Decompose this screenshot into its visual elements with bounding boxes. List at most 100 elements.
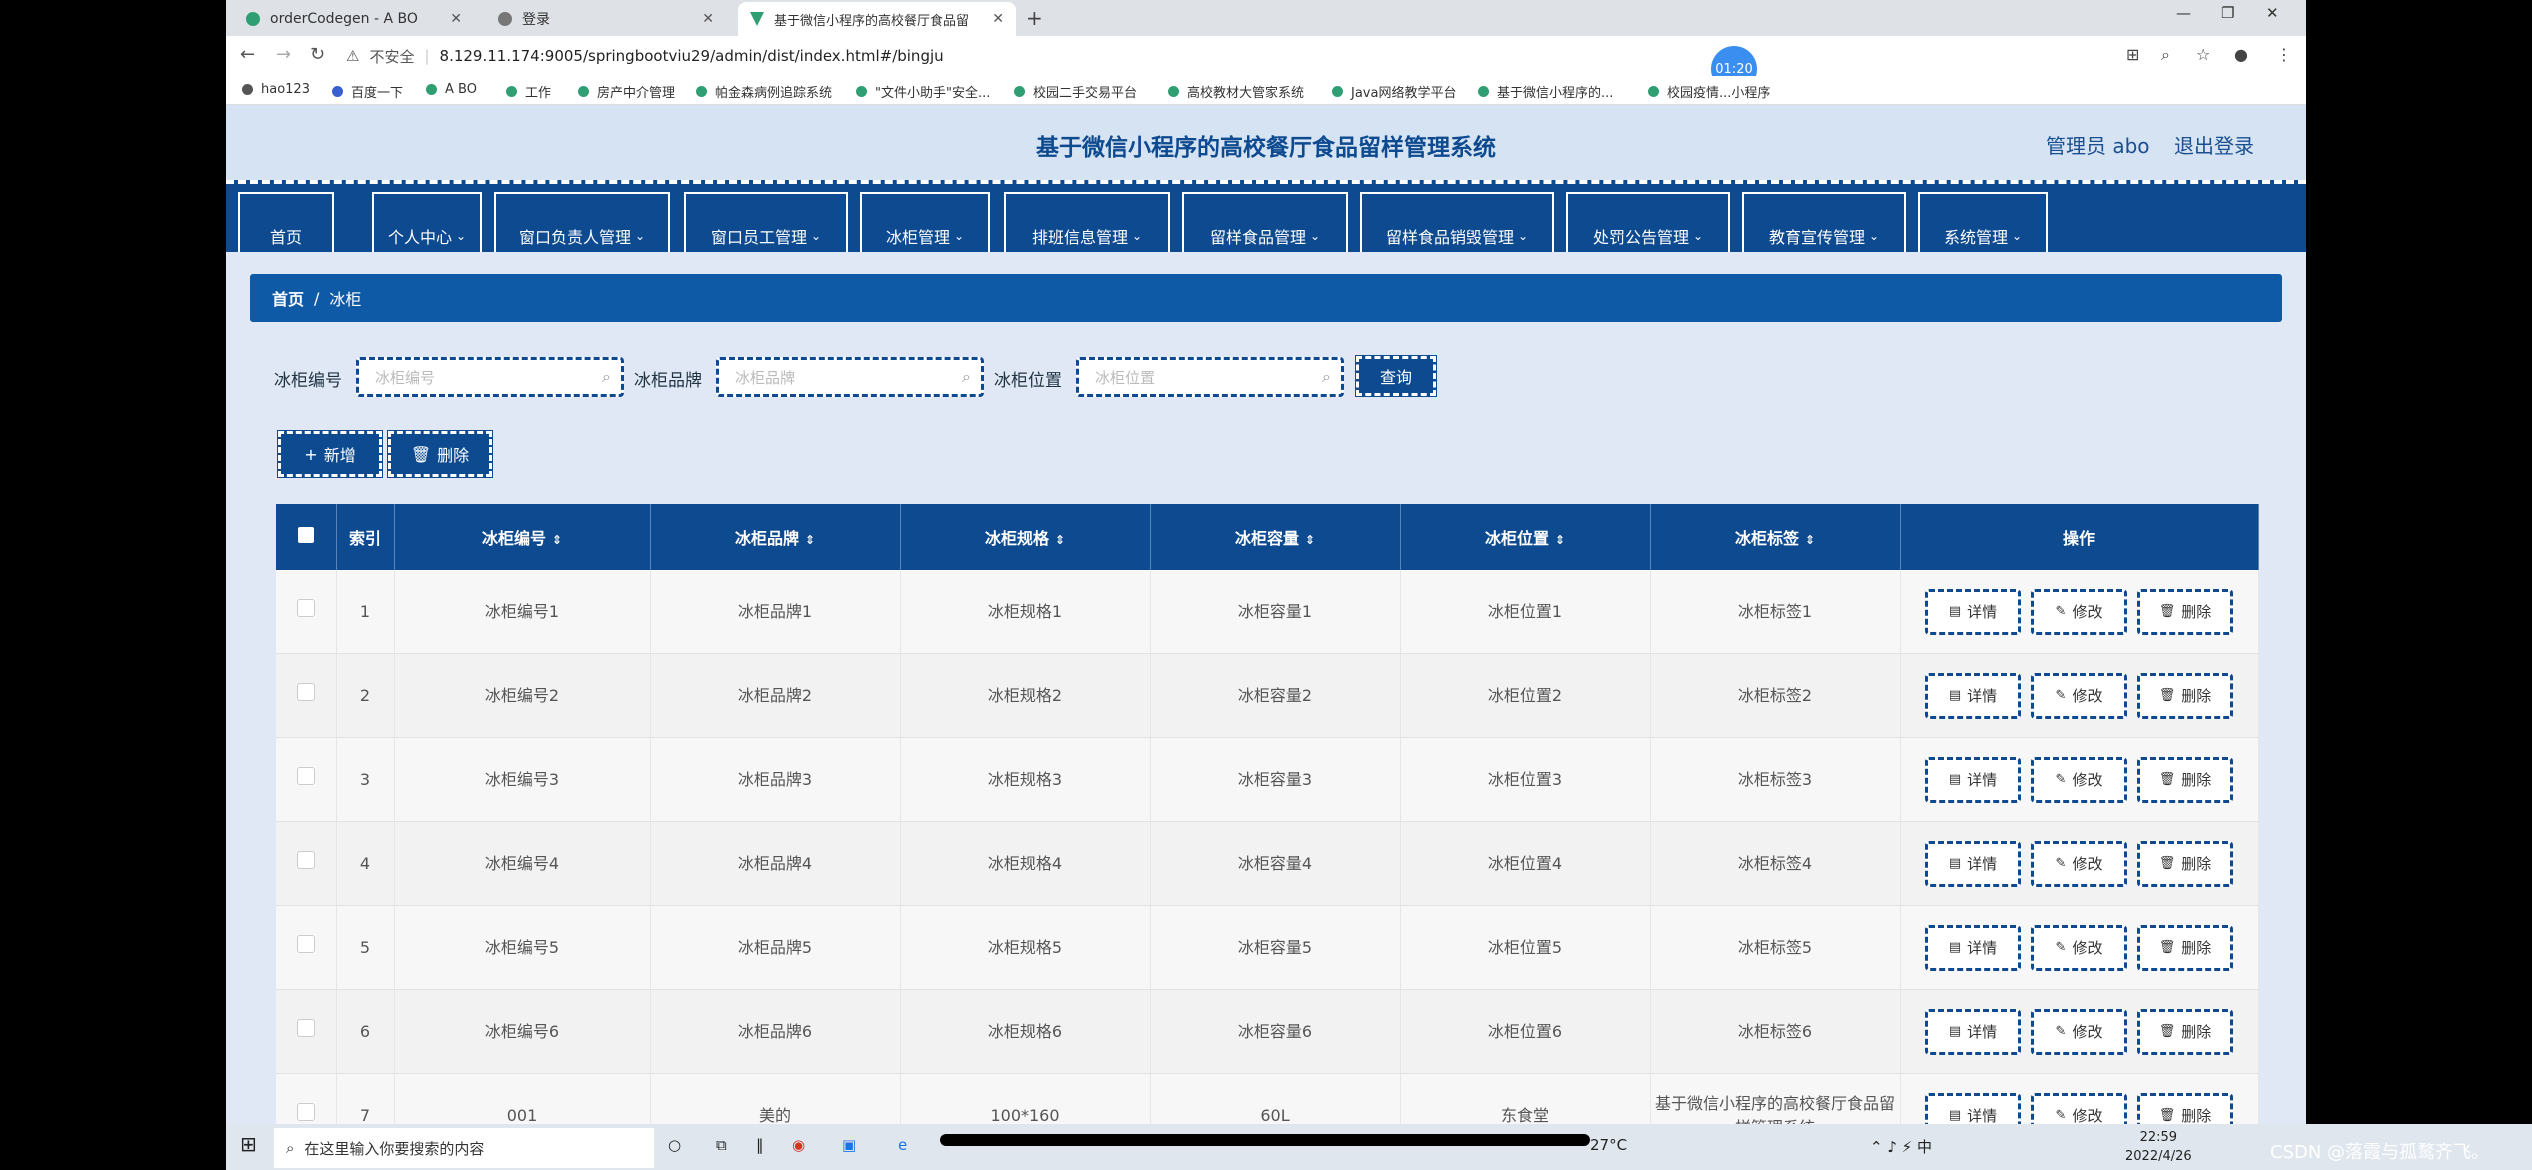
sort-icon[interactable]: ⇕ [805,533,815,547]
row-checkbox[interactable] [276,653,337,738]
bookmark-item[interactable]: hao123 [242,82,310,97]
detail-button[interactable]: ▤ 详情 [1925,756,2021,803]
star-icon[interactable]: ☆ [2196,45,2210,64]
browser-tab-login[interactable]: 登录 ✕ [486,2,726,36]
nav-window-staff[interactable]: 窗口员工管理 ⌄ [684,192,848,252]
url-field[interactable]: ⚠ 不安全 | 8.129.11.174:9005/springbootviu2… [346,42,2306,70]
nav-personal-center[interactable]: 个人中心 ⌄ [372,192,482,252]
col-brand[interactable]: 冰柜品牌 ⇕ [650,504,901,570]
bookmark-item[interactable]: 房产中介管理 [578,82,675,101]
delete-button[interactable]: 🗑 删除 [2137,588,2233,635]
edge-icon[interactable]: e [898,1136,907,1154]
tab-close-icon[interactable]: ✕ [702,11,714,27]
detail-button[interactable]: ▤ 详情 [1925,924,2021,971]
edit-button[interactable]: ✎ 修改 [2031,1008,2127,1055]
bookmark-item[interactable]: 高校教材大管家系统 [1168,82,1304,101]
taskbar-search[interactable]: ⌕ 在这里输入你要搜索的内容 [274,1128,654,1168]
detail-button[interactable]: ▤ 详情 [1925,840,2021,887]
sort-icon[interactable]: ⇕ [1805,533,1815,547]
bookmark-item[interactable]: A BO [426,82,477,97]
nav-freezer[interactable]: 冰柜管理 ⌄ [860,192,990,252]
zoom-icon[interactable]: ⌕ [2161,45,2170,65]
nav-sample-food[interactable]: 留样食品管理 ⌄ [1182,192,1348,252]
nav-penalty[interactable]: 处罚公告管理 ⌄ [1566,192,1730,252]
edit-button[interactable]: ✎ 修改 [2031,924,2127,971]
row-checkbox[interactable] [276,821,337,906]
sort-icon[interactable]: ⇕ [1555,533,1565,547]
edit-button[interactable]: ✎ 修改 [2031,588,2127,635]
translate-icon[interactable]: ⊞ [2126,45,2139,64]
edit-button[interactable]: ✎ 修改 [2031,672,2127,719]
chrome-icon[interactable]: ◉ [792,1136,805,1154]
minimize-icon[interactable]: — [2176,4,2191,22]
windows-start-icon[interactable]: ⊞ [240,1132,257,1156]
detail-button[interactable]: ▤ 详情 [1925,588,2021,635]
row-checkbox[interactable] [276,1073,337,1124]
row-checkbox[interactable] [276,905,337,990]
nav-schedule[interactable]: 排班信息管理 ⌄ [1004,192,1170,252]
app-icon[interactable]: ▣ [842,1136,856,1154]
new-tab-icon[interactable]: + [1026,6,1043,30]
delete-button[interactable]: 🗑 删除 [2137,1092,2233,1124]
menu-icon[interactable]: ⋮ [2276,45,2292,64]
pause-icon[interactable]: ‖ [756,1136,764,1154]
sort-icon[interactable]: ⇕ [1055,533,1065,547]
tab-close-icon[interactable]: ✕ [450,11,462,27]
forward-icon[interactable]: → [276,44,291,65]
col-location[interactable]: 冰柜位置 ⇕ [1400,504,1651,570]
nav-education[interactable]: 教育宣传管理 ⌄ [1742,192,1906,252]
bookmark-item[interactable]: 校园疫情...小程序 [1648,82,1770,101]
freezer-brand-input[interactable]: 冰柜品牌 ⌕ [716,357,984,397]
detail-button[interactable]: ▤ 详情 [1925,1092,2021,1124]
sort-icon[interactable]: ⇕ [1305,533,1315,547]
bookmark-item[interactable]: 百度一下 [332,82,403,101]
nav-home[interactable]: 首页 [238,192,334,252]
col-capacity[interactable]: 冰柜容量 ⇕ [1150,504,1401,570]
bookmark-item[interactable]: 基于微信小程序的... [1478,82,1613,101]
task-view-icon[interactable]: ⧉ [716,1136,727,1154]
detail-button[interactable]: ▤ 详情 [1925,672,2021,719]
row-checkbox[interactable] [276,989,337,1074]
freezer-id-input[interactable]: 冰柜编号 ⌕ [356,357,624,397]
browser-tab-active[interactable]: 基于微信小程序的高校餐厅食品留 ✕ [738,2,1016,36]
bookmark-item[interactable]: "文件小助手"安全... [856,82,990,101]
browser-tab-ordercodegen[interactable]: orderCodegen - A BO ✕ [234,2,474,36]
col-spec[interactable]: 冰柜规格 ⇕ [900,504,1151,570]
bulk-delete-button[interactable]: 🗑 删除 [387,430,493,478]
row-checkbox[interactable] [276,570,337,654]
cortana-icon[interactable]: ○ [668,1136,681,1154]
tray-icons[interactable]: ⌃ ♪ ⚡ 中 [1870,1136,1932,1157]
close-window-icon[interactable]: ✕ [2266,4,2279,22]
bookmark-item[interactable]: Java网络教学平台 [1332,82,1456,101]
maximize-icon[interactable]: ❐ [2221,4,2234,22]
freezer-location-input[interactable]: 冰柜位置 ⌕ [1076,357,1344,397]
col-label[interactable]: 冰柜标签 ⇕ [1650,504,1901,570]
breadcrumb-home[interactable]: 首页 [272,286,304,310]
nav-system[interactable]: 系统管理 ⌄ [1918,192,2048,252]
bookmark-item[interactable]: 工作 [506,82,551,101]
add-button[interactable]: + 新增 [277,430,383,478]
detail-button[interactable]: ▤ 详情 [1925,1008,2021,1055]
delete-button[interactable]: 🗑 删除 [2137,840,2233,887]
bookmark-item[interactable]: 帕金森病例追踪系统 [696,82,832,101]
edit-button[interactable]: ✎ 修改 [2031,840,2127,887]
delete-button[interactable]: 🗑 删除 [2137,672,2233,719]
nav-window-manager[interactable]: 窗口负责人管理 ⌄ [494,192,670,252]
delete-button[interactable]: 🗑 删除 [2137,756,2233,803]
delete-button[interactable]: 🗑 删除 [2137,924,2233,971]
sort-icon[interactable]: ⇕ [552,533,562,547]
edit-button[interactable]: ✎ 修改 [2031,756,2127,803]
col-freezer-id[interactable]: 冰柜编号 ⇕ [394,504,651,570]
profile-icon[interactable]: ● [2234,45,2248,64]
back-icon[interactable]: ← [240,44,255,65]
edit-button[interactable]: ✎ 修改 [2031,1092,2127,1124]
select-all-checkbox[interactable] [276,504,337,570]
delete-button[interactable]: 🗑 删除 [2137,1008,2233,1055]
query-button[interactable]: 查询 [1355,355,1437,397]
bookmark-item[interactable]: 校园二手交易平台 [1014,82,1137,101]
row-checkbox[interactable] [276,737,337,822]
tab-close-icon[interactable]: ✕ [992,11,1004,27]
nav-sample-destroy[interactable]: 留样食品销毁管理 ⌄ [1360,192,1554,252]
logout-link[interactable]: 退出登录 [2174,130,2254,159]
reload-icon[interactable]: ↻ [310,44,325,65]
